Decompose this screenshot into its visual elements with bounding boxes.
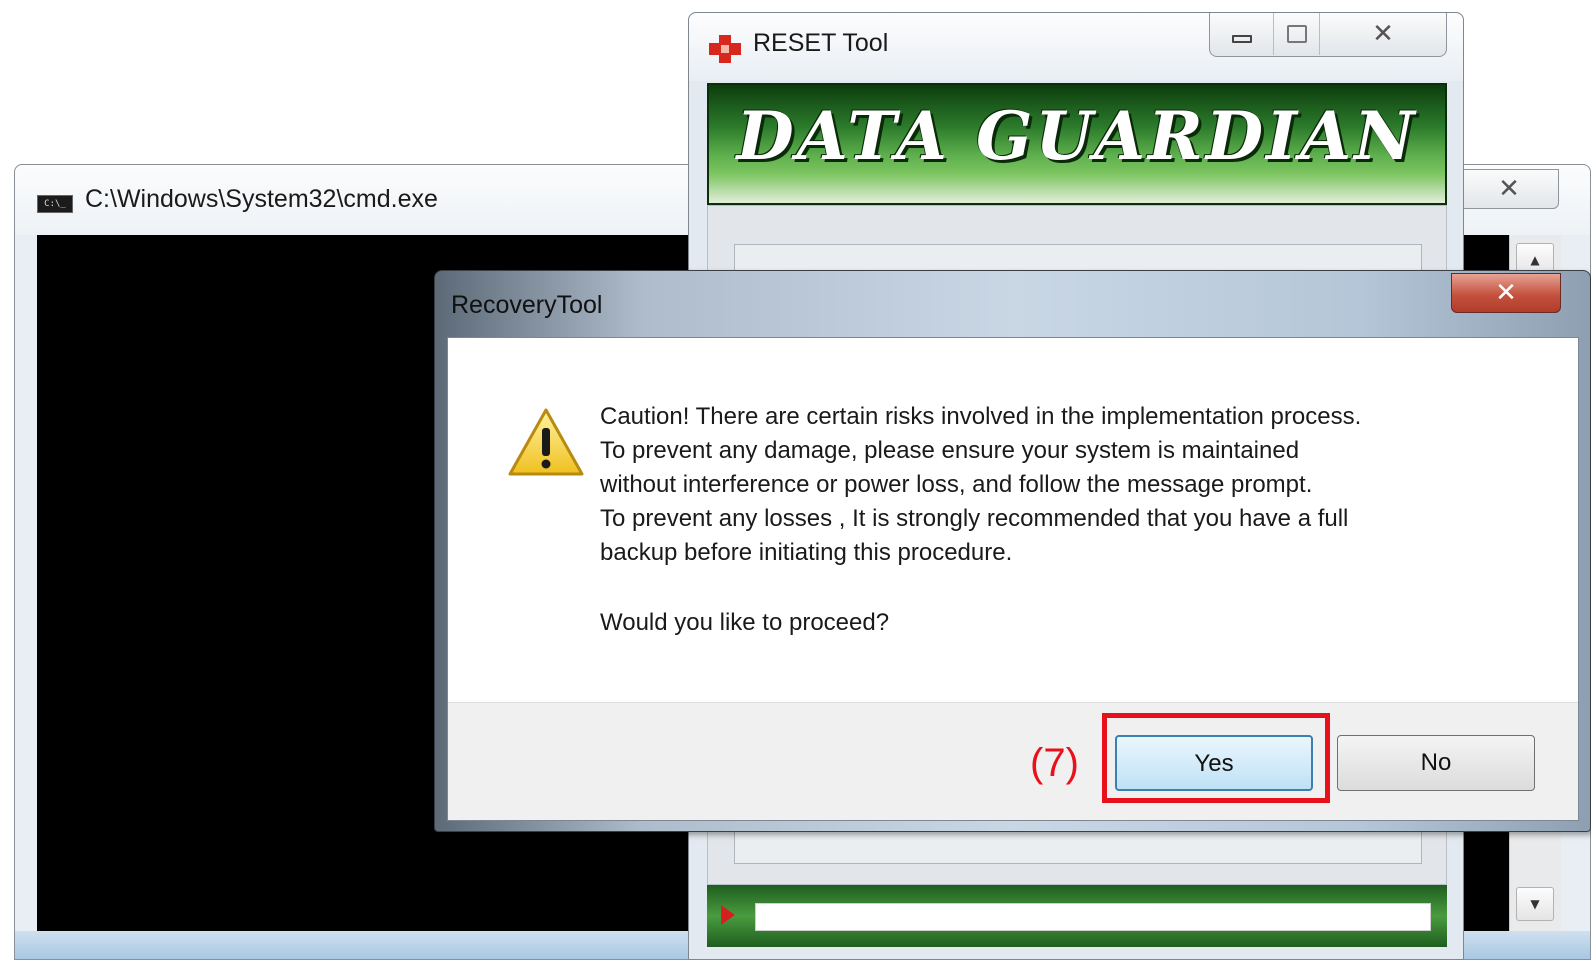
progress-area	[707, 885, 1447, 947]
message-spacer	[600, 570, 1500, 606]
close-icon: ✕	[1495, 278, 1517, 308]
recovery-tool-dialog: RecoveryTool ✕ Caution! There are certai…	[434, 270, 1591, 832]
minimize-button[interactable]	[1210, 13, 1274, 55]
minimize-icon	[1231, 35, 1252, 43]
message-line: Caution! There are certain risks involve…	[600, 403, 1362, 430]
data-guardian-banner: DATA GUARDIAN	[707, 83, 1447, 205]
reset-tool-title: RESET Tool	[753, 29, 889, 57]
cmd-close-button[interactable]: ✕	[1459, 169, 1559, 209]
message-line: backup before initiating this procedure.	[600, 539, 1013, 566]
arrow-down-icon: ▼	[1530, 897, 1540, 911]
dialog-button-bar: (7) Yes No	[448, 702, 1578, 820]
dialog-question: Would you like to proceed?	[600, 609, 890, 636]
window-controls: ✕	[1209, 13, 1447, 57]
cmd-window-title: C:\Windows\System32\cmd.exe	[85, 185, 438, 213]
red-cross-icon	[709, 35, 741, 63]
close-icon: ✕	[1498, 174, 1520, 204]
close-icon: ✕	[1372, 19, 1394, 49]
dialog-content: Caution! There are certain risks involve…	[447, 337, 1579, 821]
arrow-up-icon: ▲	[1530, 253, 1540, 267]
dialog-message: Caution! There are certain risks involve…	[600, 400, 1500, 640]
yes-button[interactable]: Yes	[1115, 735, 1313, 791]
play-arrow-icon	[721, 905, 735, 925]
reset-tool-titlebar[interactable]: RESET Tool ✕	[689, 13, 1463, 81]
console-icon: C:\_	[37, 195, 73, 213]
message-line: To prevent any losses , It is strongly r…	[600, 505, 1349, 532]
message-line: without interference or power loss, and …	[600, 471, 1313, 498]
progress-bar	[755, 903, 1431, 931]
reset-close-button[interactable]: ✕	[1320, 13, 1446, 55]
scroll-down-button[interactable]: ▼	[1516, 887, 1554, 921]
warning-icon	[508, 408, 584, 476]
banner-title: DATA GUARDIAN	[736, 97, 1418, 175]
message-line: To prevent any damage, please ensure you…	[600, 437, 1300, 464]
dialog-close-button[interactable]: ✕	[1451, 273, 1561, 313]
annotation-step-label: (7)	[1030, 741, 1079, 785]
no-button[interactable]: No	[1337, 735, 1535, 791]
maximize-icon	[1286, 25, 1307, 43]
maximize-button[interactable]	[1274, 13, 1320, 55]
dialog-title: RecoveryTool	[451, 291, 603, 319]
